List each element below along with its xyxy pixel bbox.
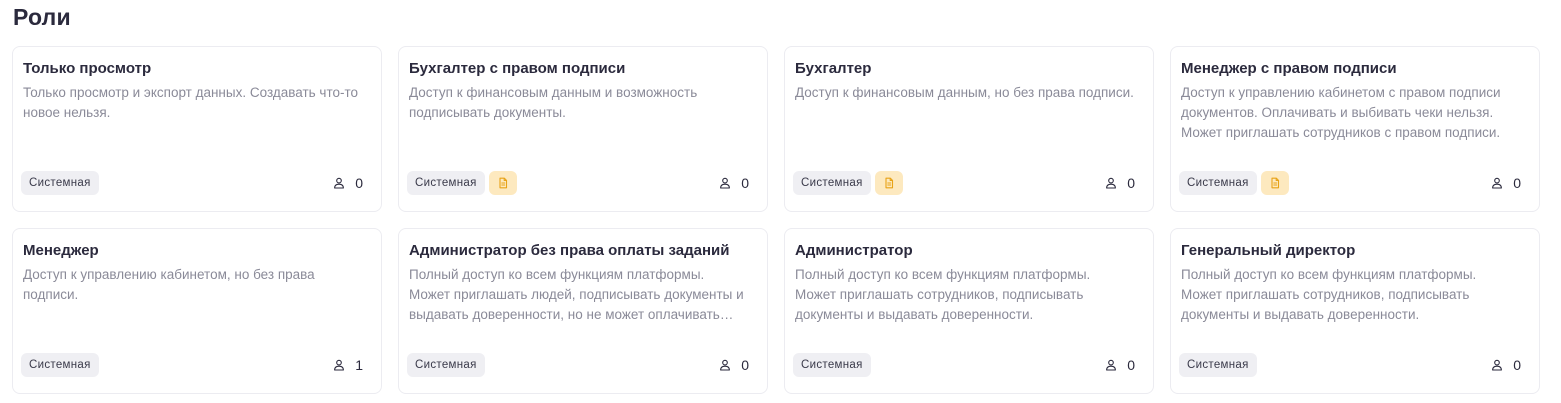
role-title: Менеджер bbox=[23, 242, 99, 259]
document-icon bbox=[1271, 177, 1279, 189]
users-count: 0 bbox=[1491, 357, 1521, 373]
users-count: 0 bbox=[333, 175, 363, 191]
signature-doc-badge bbox=[874, 171, 903, 195]
role-card[interactable]: Бухгалтер Доступ к финансовым данным, но … bbox=[784, 46, 1154, 212]
role-footer: Системная 0 bbox=[407, 171, 749, 195]
role-card[interactable]: Менеджер Доступ к управлению кабинетом, н… bbox=[12, 228, 382, 394]
users-count: 0 bbox=[1491, 175, 1521, 191]
signature-doc-badge bbox=[1260, 171, 1289, 195]
role-title: Администратор без права оплаты заданий bbox=[409, 242, 730, 259]
role-description: Доступ к управлению кабинетом, но без пр… bbox=[23, 267, 315, 302]
document-icon bbox=[885, 177, 893, 189]
role-description: Доступ к управлению кабинетом с правом п… bbox=[1181, 85, 1501, 140]
role-title: Генеральный директор bbox=[1181, 242, 1356, 259]
role-description: Полный доступ ко всем функциям платформы… bbox=[1181, 267, 1477, 322]
role-footer: Системная 0 bbox=[793, 171, 1135, 195]
role-footer: Системная 0 bbox=[21, 171, 363, 195]
system-badge: Системная bbox=[793, 353, 871, 377]
role-title: Менеджер с правом подписи bbox=[1181, 60, 1397, 77]
users-count: 0 bbox=[719, 357, 749, 373]
user-icon bbox=[720, 359, 731, 371]
user-icon bbox=[1492, 177, 1503, 189]
users-count-value: 1 bbox=[355, 357, 363, 373]
user-icon bbox=[1106, 359, 1117, 371]
user-icon bbox=[334, 359, 345, 371]
role-card[interactable]: Бухгалтер с правом подписи Доступ к финан… bbox=[398, 46, 768, 212]
role-footer: Системная 1 bbox=[21, 353, 363, 377]
system-badge: Системная bbox=[793, 171, 871, 195]
role-title: Администратор bbox=[795, 242, 913, 259]
users-count: 0 bbox=[1105, 175, 1135, 191]
role-description: Только просмотр и экспорт данных. Создав… bbox=[23, 85, 359, 120]
system-badge: Системная bbox=[407, 171, 485, 195]
role-description: Полный доступ ко всем функциям платформы… bbox=[795, 267, 1091, 322]
role-footer: Системная 0 bbox=[1179, 171, 1521, 195]
role-description: Полный доступ ко всем функциям платформы… bbox=[409, 267, 744, 322]
role-title: Только просмотр bbox=[23, 60, 152, 77]
users-count-value: 0 bbox=[741, 357, 749, 373]
roles-grid: Только просмотр Только просмотр и экспорт… bbox=[12, 46, 1540, 394]
system-badge: Системная bbox=[407, 353, 485, 377]
users-count: 1 bbox=[333, 357, 363, 373]
role-footer: Системная 0 bbox=[1179, 353, 1521, 377]
users-count-value: 0 bbox=[741, 175, 749, 191]
user-icon bbox=[1106, 177, 1117, 189]
role-description: Доступ к финансовым данным и возможность… bbox=[409, 85, 698, 120]
users-count-value: 0 bbox=[355, 175, 363, 191]
users-count: 0 bbox=[1105, 357, 1135, 373]
document-icon bbox=[499, 177, 507, 189]
user-icon bbox=[720, 177, 731, 189]
role-card[interactable]: Администратор без права оплаты заданий По… bbox=[398, 228, 768, 394]
user-icon bbox=[334, 177, 345, 189]
system-badge: Системная bbox=[1179, 171, 1257, 195]
role-description: Доступ к финансовым данным, но без права… bbox=[795, 85, 1134, 100]
page-title: Роли bbox=[13, 4, 71, 30]
users-count-value: 0 bbox=[1513, 175, 1521, 191]
role-card[interactable]: Только просмотр Только просмотр и экспорт… bbox=[12, 46, 382, 212]
users-count-value: 0 bbox=[1127, 357, 1135, 373]
users-count-value: 0 bbox=[1513, 357, 1521, 373]
role-footer: Системная 0 bbox=[407, 353, 749, 377]
users-count-value: 0 bbox=[1127, 175, 1135, 191]
role-card[interactable]: Менеджер с правом подписи Доступ к управл… bbox=[1170, 46, 1540, 212]
system-badge: Системная bbox=[21, 171, 99, 195]
role-title: Бухгалтер с правом подписи bbox=[409, 60, 626, 77]
role-card[interactable]: Администратор Полный доступ ко всем функц… bbox=[784, 228, 1154, 394]
users-count: 0 bbox=[719, 175, 749, 191]
signature-doc-badge bbox=[488, 171, 517, 195]
user-icon bbox=[1492, 359, 1503, 371]
role-title: Бухгалтер bbox=[795, 60, 872, 77]
role-footer: Системная 0 bbox=[793, 353, 1135, 377]
system-badge: Системная bbox=[1179, 353, 1257, 377]
role-card[interactable]: Генеральный директор Полный доступ ко все… bbox=[1170, 228, 1540, 394]
system-badge: Системная bbox=[21, 353, 99, 377]
